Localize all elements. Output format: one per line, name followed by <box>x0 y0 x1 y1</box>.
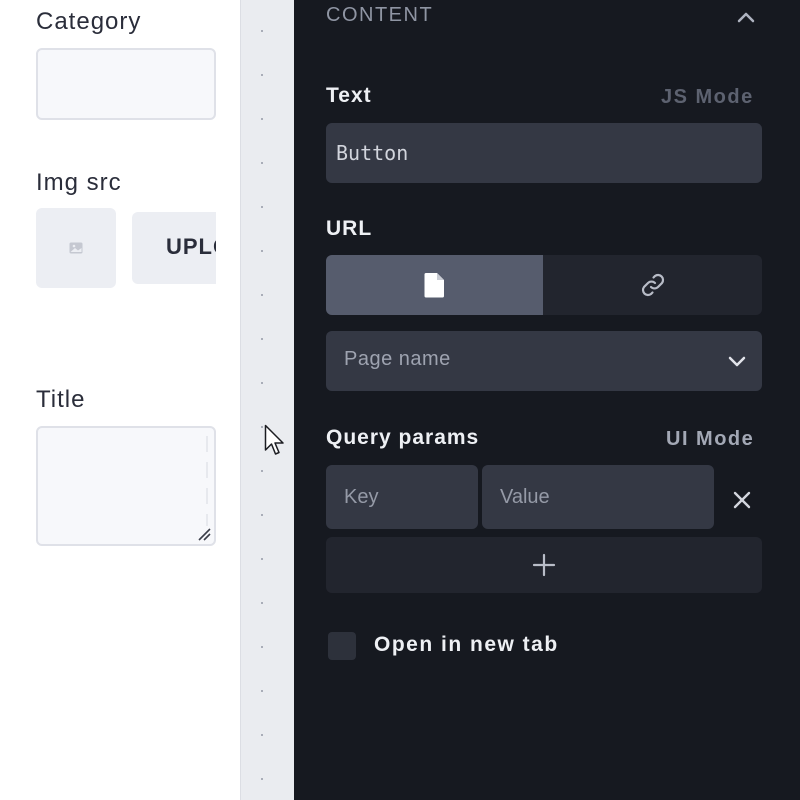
text-label: Text <box>326 84 372 107</box>
query-key-input[interactable] <box>326 465 478 529</box>
text-input[interactable] <box>326 123 762 183</box>
image-placeholder-icon <box>69 242 83 254</box>
url-type-toggle <box>326 255 762 315</box>
title-textarea[interactable] <box>36 426 216 546</box>
upload-button-label: UPLOAD <box>166 234 216 259</box>
resize-handle-icon[interactable] <box>197 527 211 541</box>
upload-button[interactable]: UPLOAD <box>132 212 216 284</box>
textarea-dash-line <box>206 436 208 526</box>
page-name-select[interactable]: Page name <box>326 331 762 391</box>
js-mode-toggle[interactable]: JS Mode <box>661 86 754 109</box>
panel-separator[interactable] <box>240 0 294 800</box>
plus-icon <box>532 553 556 577</box>
link-icon <box>641 273 664 297</box>
title-label: Title <box>36 386 86 413</box>
image-thumbnail[interactable] <box>36 208 116 288</box>
left-form-panel: Category Img src UPLOAD Title <box>0 0 240 800</box>
query-value-input[interactable] <box>482 465 714 529</box>
ui-mode-toggle[interactable]: UI Mode <box>666 428 754 451</box>
query-params-label: Query params <box>326 426 480 449</box>
url-option-page[interactable] <box>326 255 543 315</box>
category-label: Category <box>36 8 142 35</box>
open-new-tab-checkbox[interactable] <box>328 632 356 660</box>
add-param-button[interactable] <box>326 537 762 593</box>
url-option-link[interactable] <box>543 255 762 315</box>
content-properties-panel: CONTENT Text JS Mode URL Page name Query… <box>294 0 800 800</box>
url-label: URL <box>326 217 373 240</box>
section-title: CONTENT <box>326 4 434 26</box>
separator-dots <box>261 30 263 790</box>
img-src-label: Img src <box>36 169 122 196</box>
category-input[interactable] <box>36 48 216 120</box>
page-icon <box>424 273 444 298</box>
chevron-down-icon <box>728 356 746 367</box>
page-name-placeholder: Page name <box>344 348 451 370</box>
mouse-cursor-icon <box>264 424 284 455</box>
chevron-up-icon[interactable] <box>736 10 756 24</box>
remove-param-icon[interactable] <box>732 490 752 510</box>
open-new-tab-label[interactable]: Open in new tab <box>374 633 559 657</box>
